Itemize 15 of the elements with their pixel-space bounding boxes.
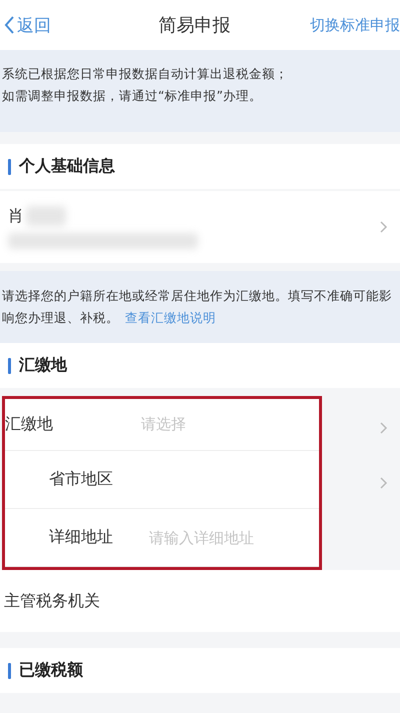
- person-name: 肖: [8, 206, 24, 226]
- field-label: 主管税务机关: [4, 590, 101, 612]
- section-title: 已缴税额: [19, 660, 83, 681]
- person-row[interactable]: 肖: [0, 191, 400, 263]
- page-title: 简易申报: [158, 14, 230, 37]
- chevron-icon: [380, 422, 388, 434]
- field-label: 详细地址: [49, 527, 114, 548]
- notice-text: 系统已根据您日常申报数据自动计算出退税金额；: [2, 65, 289, 83]
- section-title: 汇缴地: [19, 355, 67, 376]
- section-title: 个人基础信息: [19, 156, 115, 177]
- back-icon: [4, 16, 15, 34]
- chevron-icon: [380, 477, 388, 489]
- note-text: 请选择您的户籍所在地或经常居住地作为汇缴地。填写不准确可能影响您办理退、补税。 查看汇缴地说明: [0, 271, 400, 343]
- chevron-icon: [380, 221, 388, 233]
- notice-text: 如需调整申报数据，请通过“标准申报”办理。: [2, 87, 263, 105]
